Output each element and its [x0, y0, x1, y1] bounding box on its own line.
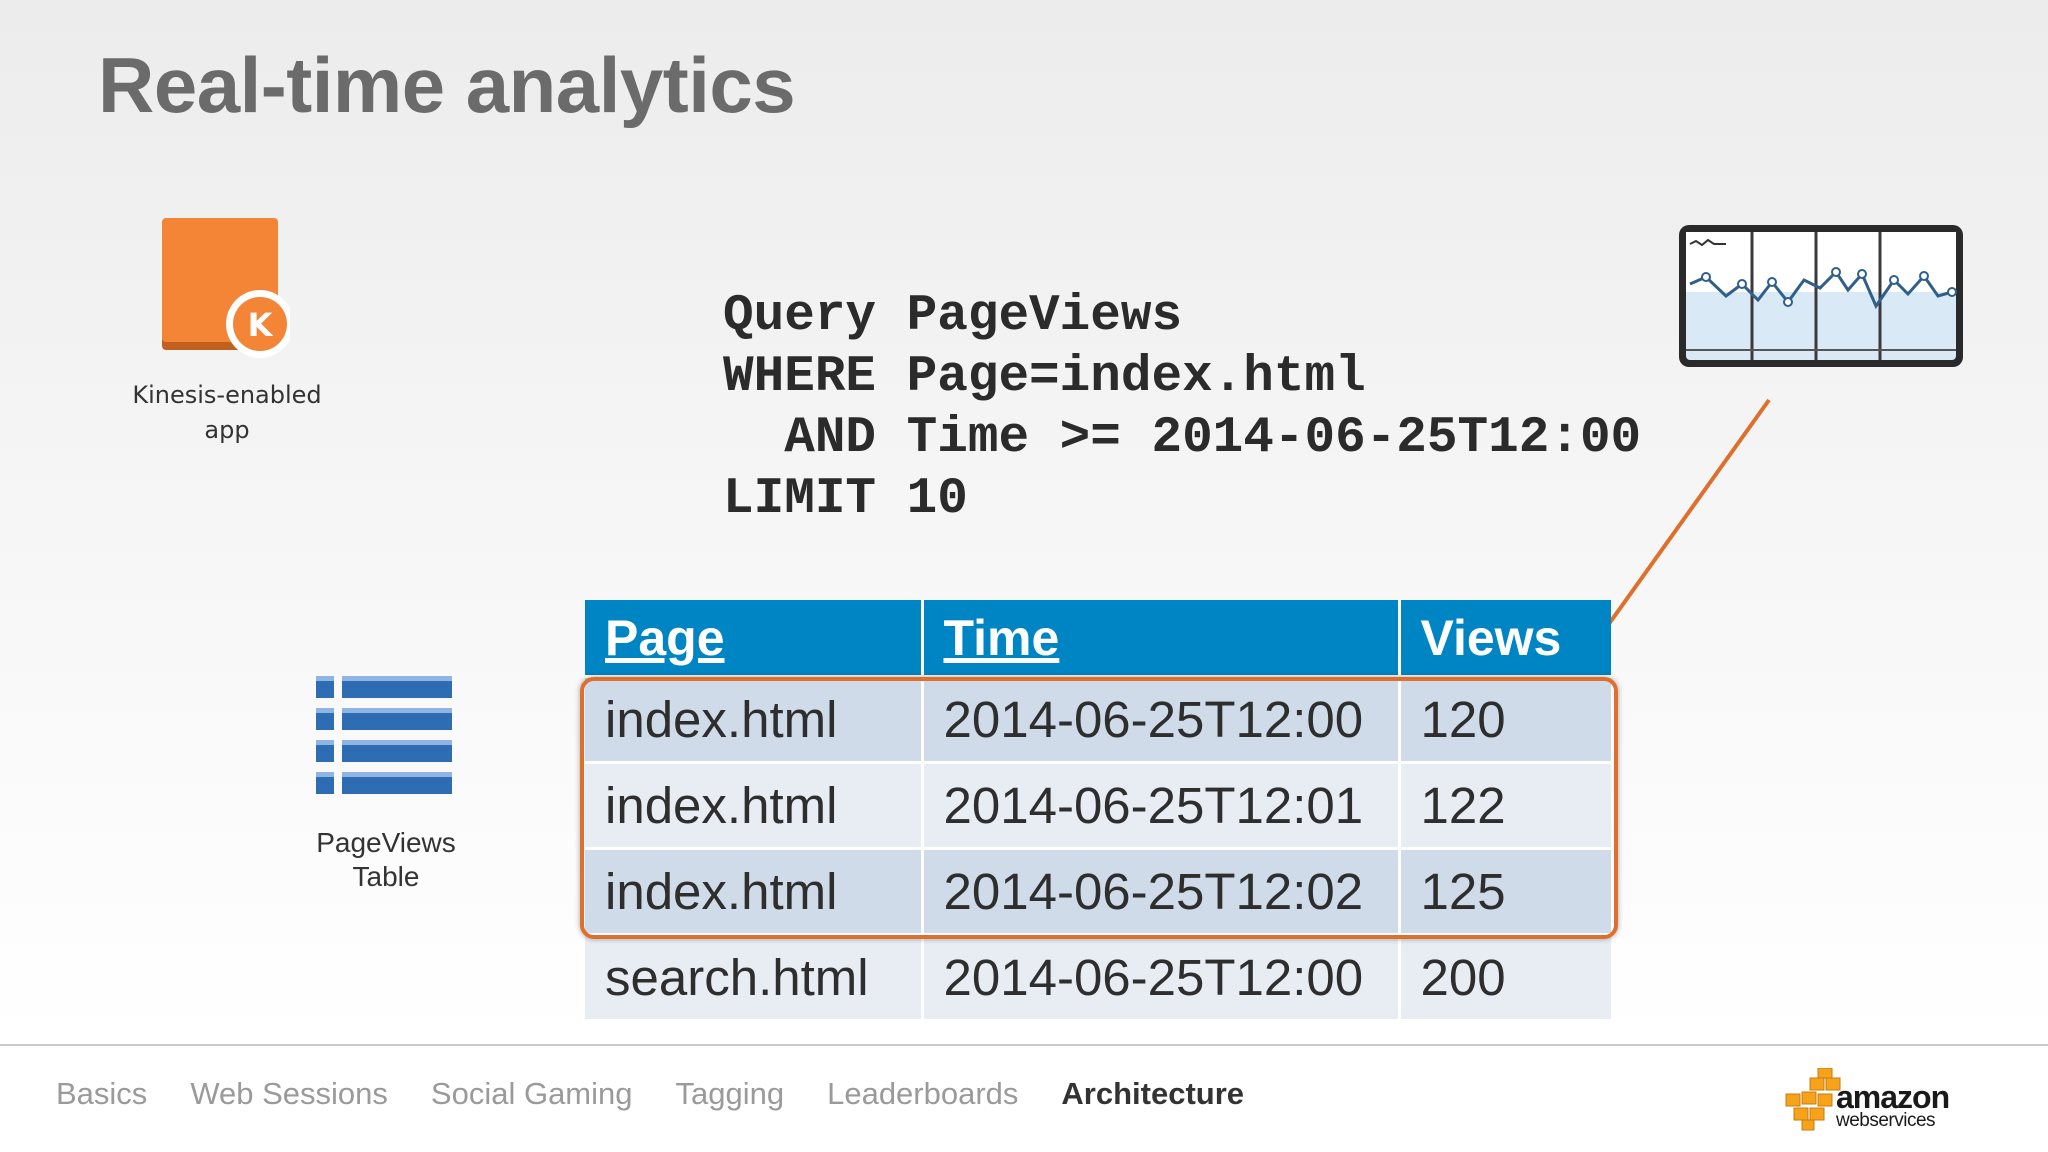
cell-views: 200: [1399, 933, 1611, 1019]
table-header-row: Page Time Views: [585, 600, 1611, 677]
cell-time: 2014-06-25T12:00: [922, 675, 1401, 763]
query-line: WHERE Page=index.html: [723, 349, 1366, 406]
table-icon-label: PageViews Table: [286, 826, 486, 894]
cell-views: 125: [1399, 847, 1611, 935]
footer-divider: [0, 1044, 2048, 1046]
nav-item-architecture[interactable]: Architecture: [1061, 1076, 1244, 1112]
cell-page: index.html: [585, 761, 924, 849]
dynamodb-table-icon: [316, 676, 452, 794]
query-line: Query PageViews: [723, 288, 1183, 345]
table-row: search.html 2014-06-25T12:00 200: [585, 933, 1611, 1019]
table-label-line1: PageViews: [316, 827, 456, 858]
cell-time: 2014-06-25T12:00: [922, 933, 1401, 1019]
slide-title: Real-time analytics: [98, 41, 796, 129]
kinesis-label-line1: Kinesis-enabled: [132, 381, 322, 409]
cell-time: 2014-06-25T12:01: [922, 761, 1401, 849]
aws-logo-word: amazon: [1836, 1079, 1950, 1115]
cell-page: index.html: [585, 675, 924, 763]
query-line: AND Time >= 2014-06-25T12:00: [723, 410, 1642, 467]
column-header-views: Views: [1399, 600, 1611, 677]
sql-query: Query PageViews WHERE Page=index.html AND…: [723, 286, 1641, 530]
column-header-time[interactable]: Time: [922, 600, 1401, 677]
aws-logo-sub: webservices: [1836, 1110, 1936, 1131]
nav-item-social-gaming[interactable]: Social Gaming: [431, 1076, 633, 1112]
kinesis-label-line2: app: [204, 416, 250, 444]
cell-views: 122: [1399, 761, 1611, 849]
nav-item-leaderboards[interactable]: Leaderboards: [827, 1076, 1018, 1112]
pageviews-data-table: Page Time Views index.html 2014-06-25T12…: [585, 600, 1611, 1019]
cell-page: index.html: [585, 847, 924, 935]
table-row: index.html 2014-06-25T12:00 120: [585, 675, 1611, 763]
kinesis-icon-letter: K: [248, 306, 274, 344]
table-label-line2: Table: [352, 861, 420, 892]
table-row: index.html 2014-06-25T12:01 122: [585, 761, 1611, 849]
column-header-page[interactable]: Page: [585, 600, 924, 677]
cell-time: 2014-06-25T12:02: [922, 847, 1401, 935]
cell-page: search.html: [585, 933, 924, 1019]
footer-nav: Basics Web Sessions Social Gaming Taggin…: [56, 1076, 1287, 1112]
kinesis-app-icon: K: [162, 218, 290, 358]
nav-item-basics[interactable]: Basics: [56, 1076, 147, 1112]
nav-item-tagging[interactable]: Tagging: [676, 1076, 785, 1112]
query-line: LIMIT 10: [723, 471, 968, 528]
cell-views: 120: [1399, 675, 1611, 763]
table-row: index.html 2014-06-25T12:02 125: [585, 847, 1611, 935]
line-chart-dashboard-icon: [1679, 225, 1963, 367]
nav-item-web-sessions[interactable]: Web Sessions: [190, 1076, 388, 1112]
kinesis-app-label: Kinesis-enabled app: [100, 378, 354, 448]
